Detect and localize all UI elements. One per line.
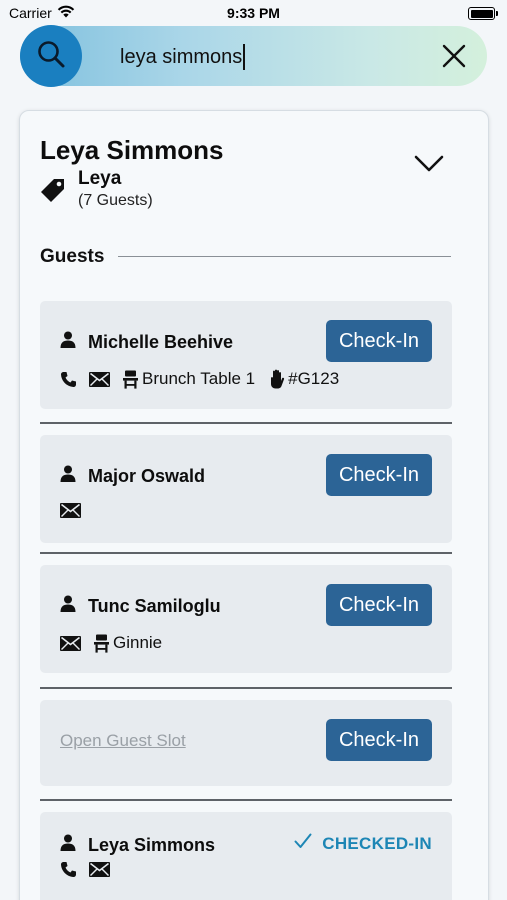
email-icon[interactable] bbox=[89, 862, 110, 877]
hand-icon bbox=[269, 369, 286, 389]
guest-name-line: Tunc Samiloglu bbox=[60, 595, 221, 617]
checked-in-status: CHECKED-IN bbox=[294, 833, 432, 854]
search-field-background bbox=[20, 26, 487, 86]
guest-name: Michelle Beehive bbox=[88, 331, 234, 352]
status-time: 9:33 PM bbox=[227, 5, 280, 21]
check-in-button[interactable]: Check-In bbox=[326, 719, 432, 761]
checkmark-icon bbox=[294, 833, 312, 854]
search-bar: leya simmons bbox=[20, 25, 487, 87]
search-query: leya simmons bbox=[120, 45, 243, 68]
guest-table: Brunch Table 1 bbox=[142, 369, 256, 388]
guests-heading-divider bbox=[118, 256, 451, 257]
guest-details: Ginnie bbox=[60, 633, 176, 653]
guest-name-line: Major Oswald bbox=[60, 465, 205, 487]
person-icon bbox=[60, 465, 76, 487]
party-card: Leya Simmons Leya (7 Guests) Guests Mich… bbox=[19, 110, 489, 900]
search-icon bbox=[36, 39, 66, 74]
guest-name: Leya Simmons bbox=[88, 834, 216, 855]
guests-heading: Guests bbox=[40, 246, 105, 267]
guest-row: Leya Simmons CHECKED-IN bbox=[40, 812, 452, 900]
email-icon[interactable] bbox=[60, 503, 81, 518]
search-button[interactable] bbox=[20, 25, 82, 87]
open-guest-slot-link[interactable]: Open Guest Slot bbox=[60, 731, 186, 751]
clear-search-button[interactable] bbox=[441, 43, 467, 69]
guest-name-line: Leya Simmons bbox=[60, 834, 215, 856]
guest-table: Ginnie bbox=[113, 633, 163, 652]
battery-icon bbox=[468, 7, 498, 20]
person-icon bbox=[60, 595, 76, 617]
guest-row: Michelle Beehive Brunch Table 1 #G123 Ch… bbox=[40, 301, 452, 409]
chevron-down-icon[interactable] bbox=[414, 155, 444, 173]
party-guest-count: (7 Guests) bbox=[78, 192, 153, 209]
party-tag-label: Leya bbox=[78, 168, 122, 189]
close-icon bbox=[442, 44, 466, 68]
email-icon[interactable] bbox=[89, 371, 110, 387]
person-icon bbox=[60, 331, 76, 353]
status-bar: Carrier 9:33 PM bbox=[0, 0, 507, 26]
email-icon[interactable] bbox=[60, 635, 81, 651]
row-divider bbox=[40, 422, 452, 424]
guest-name: Tunc Samiloglu bbox=[88, 595, 221, 616]
checked-in-label: CHECKED-IN bbox=[322, 833, 432, 853]
chair-icon bbox=[93, 634, 110, 653]
search-input[interactable]: leya simmons bbox=[120, 44, 246, 70]
guest-name-line: Michelle Beehive bbox=[60, 331, 233, 353]
guest-row-open-slot: Open Guest Slot Check-In bbox=[40, 700, 452, 786]
check-in-button[interactable]: Check-In bbox=[326, 454, 432, 496]
guest-row: Tunc Samiloglu Ginnie Check-In bbox=[40, 565, 452, 673]
phone-icon[interactable] bbox=[60, 861, 77, 878]
guest-row: Major Oswald Check-In bbox=[40, 435, 452, 543]
guest-details bbox=[60, 861, 122, 878]
chair-icon bbox=[122, 370, 139, 389]
row-divider bbox=[40, 799, 452, 801]
party-name: Leya Simmons bbox=[40, 135, 224, 165]
guest-name: Major Oswald bbox=[88, 465, 206, 486]
guest-details bbox=[60, 503, 93, 518]
row-divider bbox=[40, 552, 452, 554]
tag-icon bbox=[40, 177, 66, 203]
person-icon bbox=[60, 834, 76, 856]
phone-icon[interactable] bbox=[60, 371, 77, 388]
check-in-button[interactable]: Check-In bbox=[326, 320, 432, 362]
guest-details: Brunch Table 1 #G123 bbox=[60, 369, 353, 389]
guest-code: #G123 bbox=[288, 369, 340, 388]
text-caret bbox=[243, 44, 246, 70]
check-in-button[interactable]: Check-In bbox=[326, 584, 432, 626]
row-divider bbox=[40, 687, 452, 689]
